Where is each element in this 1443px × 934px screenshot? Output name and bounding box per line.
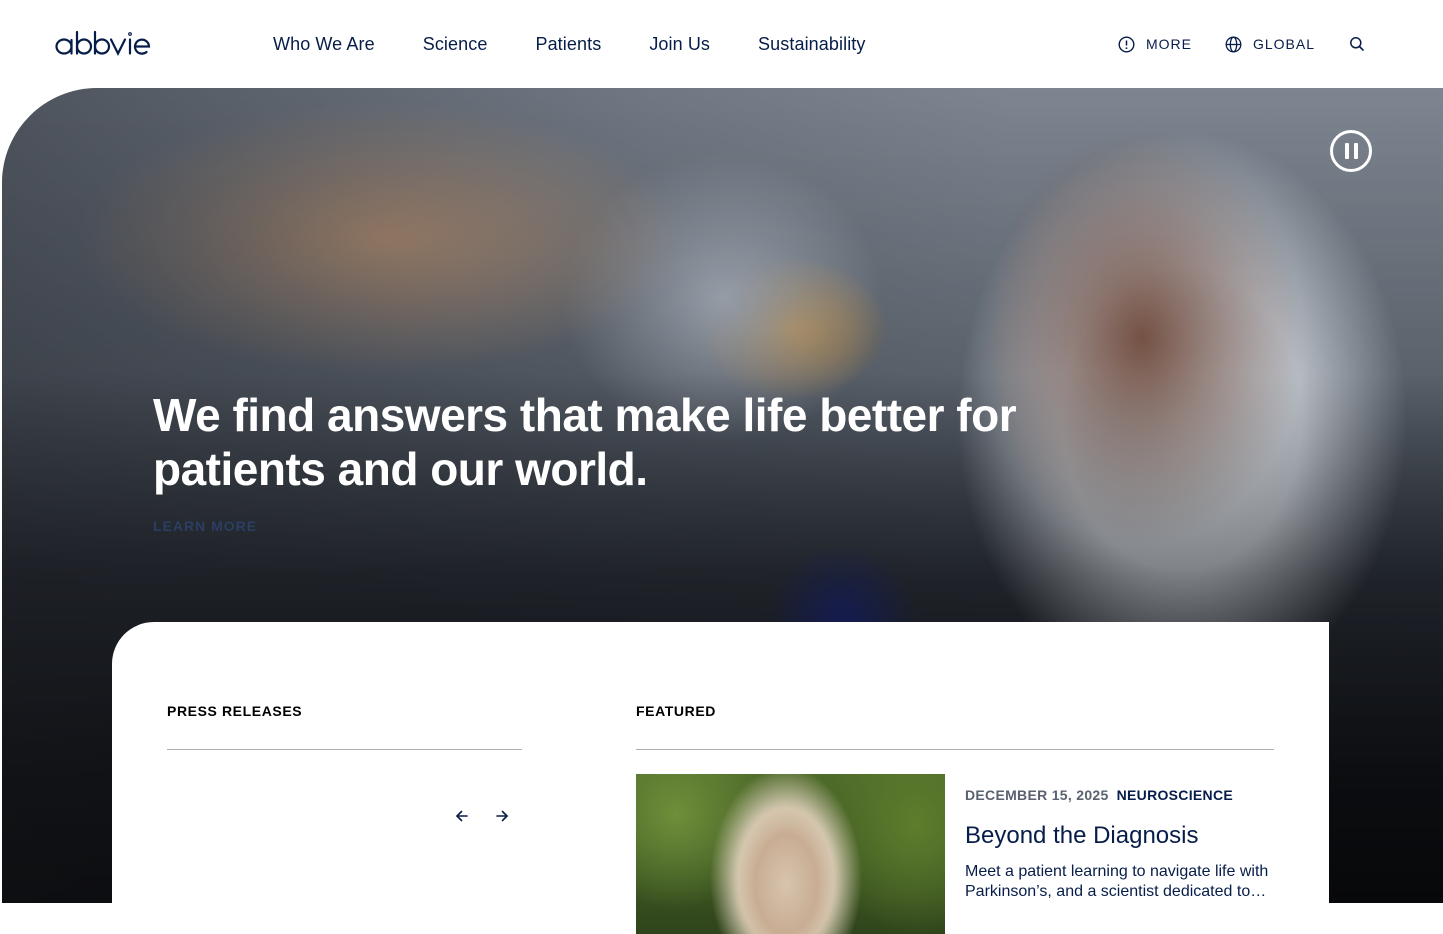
global-label: GLOBAL [1252, 36, 1315, 52]
nav-item-who-we-are[interactable]: Who We Are [273, 34, 375, 55]
search-button[interactable] [1349, 36, 1365, 52]
featured-date: DECEMBER 15, 2025 [965, 787, 1109, 803]
globe-icon [1225, 36, 1242, 52]
site-header: Who We Are Science Patients Join Us Sust… [0, 0, 1443, 88]
arrow-right-icon [496, 810, 508, 822]
featured-title-link[interactable]: Beyond the Diagnosis [965, 822, 1198, 850]
nav-item-join-us[interactable]: Join Us [649, 34, 710, 55]
featured-divider [636, 749, 1274, 750]
nav-item-patients[interactable]: Patients [535, 34, 601, 55]
more-menu-button[interactable]: MORE [1118, 35, 1192, 53]
abbvie-logo[interactable] [55, 28, 167, 60]
abbvie-logo-mark [55, 30, 151, 56]
press-releases-divider [167, 749, 522, 750]
hero-headline: We find answers that make life better fo… [153, 389, 1017, 495]
search-icon [1350, 37, 1364, 51]
utility-nav: MORE GLOBAL [1085, 0, 1365, 88]
press-releases-prev-button[interactable] [452, 806, 472, 826]
pause-video-button[interactable] [1330, 130, 1372, 172]
press-releases-next-button[interactable] [492, 806, 512, 826]
featured-story-image[interactable] [636, 774, 945, 934]
news-card: PRESS RELEASES FEATURED DECEMBER 15, 202… [112, 622, 1329, 934]
featured-meta: DECEMBER 15, 2025 NEUROSCIENCE [965, 787, 1233, 803]
nav-item-science[interactable]: Science [423, 34, 488, 55]
arrow-left-icon [456, 810, 468, 822]
more-label: MORE [1145, 36, 1192, 52]
global-selector-button[interactable]: GLOBAL [1225, 36, 1315, 53]
info-circle-icon [1118, 35, 1135, 53]
main-nav: Who We Are Science Patients Join Us Sust… [273, 0, 914, 88]
press-releases-heading: PRESS RELEASES [167, 703, 303, 719]
pause-icon [1344, 143, 1349, 159]
featured-description: Meet a patient learning to navigate life… [965, 863, 1269, 900]
nav-item-sustainability[interactable]: Sustainability [758, 34, 865, 55]
learn-more-link[interactable]: LEARN MORE [153, 518, 257, 534]
featured-category-link[interactable]: NEUROSCIENCE [1117, 787, 1233, 803]
featured-heading: FEATURED [636, 703, 716, 719]
